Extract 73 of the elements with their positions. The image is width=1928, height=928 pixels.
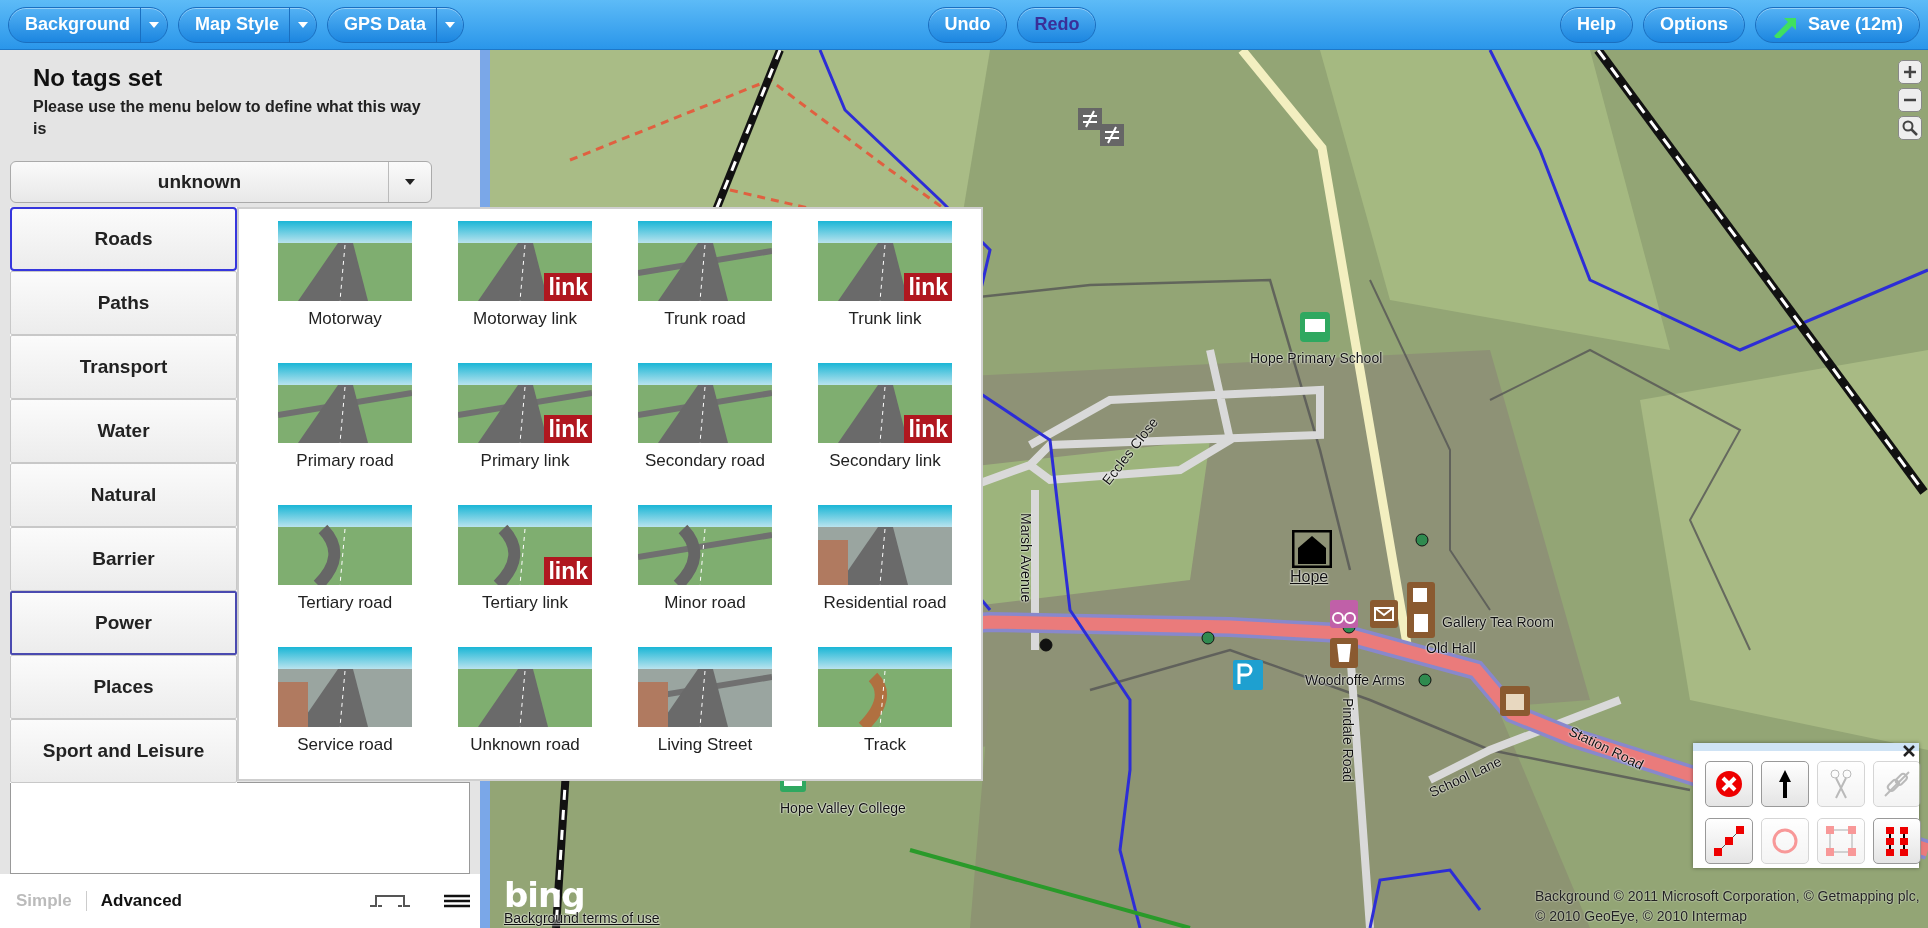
straighten-icon: [1713, 824, 1745, 857]
category-button[interactable]: Sport and Leisure: [10, 719, 237, 783]
dropdown-toggle[interactable]: [289, 6, 309, 43]
school-icon: [1300, 312, 1330, 342]
category-button[interactable]: Roads: [10, 207, 237, 271]
preset-item[interactable]: Living Street: [615, 647, 795, 777]
preset-item[interactable]: Primary road: [255, 363, 435, 493]
delete-icon: [1713, 768, 1745, 800]
preset-item[interactable]: Tertiary road: [255, 505, 435, 635]
square-icon: [1825, 824, 1857, 857]
category-button[interactable]: Natural: [10, 463, 237, 527]
preset-item[interactable]: Track: [795, 647, 975, 777]
preset-item[interactable]: link Trunk link: [795, 221, 975, 351]
menu-icon[interactable]: [444, 894, 470, 908]
preset-item[interactable]: link Primary link: [435, 363, 615, 493]
link-badge: link: [904, 273, 952, 301]
search-button[interactable]: [1898, 116, 1922, 140]
link-badge: link: [544, 557, 592, 585]
link-badge: link: [544, 415, 592, 443]
map-node: [1039, 638, 1053, 652]
preset-item[interactable]: Motorway: [255, 221, 435, 351]
zoom-in-button[interactable]: [1898, 60, 1922, 84]
envelope-icon: [1370, 600, 1398, 628]
mode-tab[interactable]: Advanced: [100, 891, 182, 911]
caret-icon: [298, 21, 309, 28]
type-dropdown[interactable]: unknown: [10, 161, 432, 203]
preset-item[interactable]: link Motorway link: [435, 221, 615, 351]
map-label: Hope: [1290, 568, 1329, 586]
glass-icon: [1330, 638, 1358, 668]
map-node: [1201, 631, 1215, 645]
caret-icon: [149, 21, 159, 28]
building-icon: [1500, 686, 1530, 716]
map-node: [1415, 533, 1429, 547]
preset-item[interactable]: Secondary road: [615, 363, 795, 493]
attribution-text: Background © 2011 Microsoft Corporation, © Getmapping plc, © 2010 GeoEye, © 2010 Intermap: [1535, 887, 1921, 926]
zoom-out-button[interactable]: [1898, 88, 1922, 112]
map-label: Hope Valley College: [780, 800, 906, 816]
map-label: Marsh Avenue: [1018, 513, 1034, 603]
tag-text-area[interactable]: [10, 782, 470, 874]
close-icon[interactable]: [1903, 745, 1915, 757]
not-equal-icon: [1078, 108, 1124, 146]
preset-item[interactable]: link Secondary link: [795, 363, 975, 493]
preset-item[interactable]: Unknown road: [435, 647, 615, 777]
panel-description: Please use the menu below to define what this way is: [33, 97, 422, 139]
category-button[interactable]: Power: [10, 591, 237, 655]
preset-item[interactable]: Residential road: [795, 505, 975, 635]
preset-item[interactable]: link Tertiary link: [435, 505, 615, 635]
map-label: Gallery Tea Room: [1442, 614, 1554, 630]
category-button[interactable]: Paths: [10, 271, 237, 335]
plus-icon: [1903, 65, 1917, 79]
relation-icon: [370, 894, 410, 908]
search-icon: [1902, 120, 1918, 136]
house-icon: [1292, 530, 1332, 568]
map-node: [1418, 673, 1432, 687]
bicycle-icon: [1330, 600, 1358, 628]
tool-button[interactable]: [1761, 761, 1809, 807]
category-button[interactable]: Transport: [10, 335, 237, 399]
caret-icon: [405, 179, 415, 185]
preset-item[interactable]: Minor road: [615, 505, 795, 635]
category-button[interactable]: Places: [10, 655, 237, 719]
dropdown-toggle[interactable]: [436, 6, 456, 43]
caret-icon: [445, 21, 456, 28]
map-label: Pindale Road: [1340, 698, 1356, 783]
link-badge: link: [544, 273, 592, 301]
panel-title: No tags set: [33, 64, 164, 92]
preset-item[interactable]: Trunk road: [615, 221, 795, 351]
parking-icon: [1233, 660, 1263, 690]
dropdown-toggle[interactable]: [140, 6, 159, 43]
preset-item[interactable]: Service road: [255, 647, 435, 777]
link-badge: link: [904, 415, 952, 443]
category-button[interactable]: Water: [10, 399, 237, 463]
cup-icon: [1407, 582, 1435, 638]
category-button[interactable]: Barrier: [10, 527, 237, 591]
